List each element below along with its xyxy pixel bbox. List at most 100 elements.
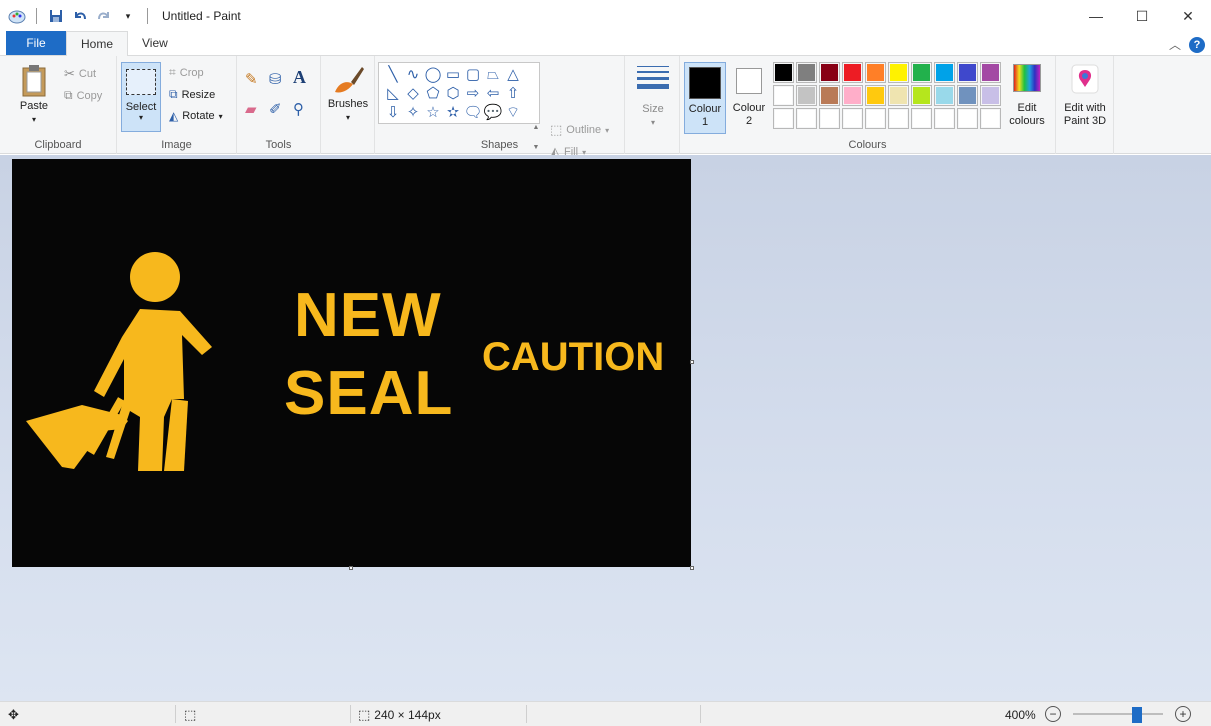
brushes-button[interactable]: Brushes ▾ — [325, 64, 371, 124]
colour-swatch[interactable] — [796, 108, 817, 129]
paste-icon — [22, 65, 46, 97]
paint-app-icon[interactable] — [8, 7, 26, 25]
colour-swatch[interactable] — [842, 85, 863, 106]
select-label: Select — [125, 101, 157, 113]
shape-item[interactable]: ✫ — [443, 103, 463, 122]
copy-button[interactable]: ⧉ Copy — [64, 88, 102, 103]
magnifier-icon[interactable]: ⚲ — [293, 100, 304, 118]
colour-swatch[interactable] — [888, 85, 909, 106]
resize-handle-bottom[interactable] — [349, 566, 353, 570]
colour-swatch[interactable] — [842, 62, 863, 83]
colour-swatch[interactable] — [934, 108, 955, 129]
colour-swatch[interactable] — [796, 62, 817, 83]
rotate-button[interactable]: ◭ Rotate ▾ — [169, 109, 223, 123]
brushes-dropdown-icon[interactable]: ▾ — [346, 111, 350, 124]
shape-item[interactable]: ◇ — [403, 84, 423, 103]
shape-item[interactable]: 💬 — [483, 103, 503, 122]
zoom-slider-thumb[interactable] — [1132, 707, 1142, 723]
cut-button[interactable]: ✂ Cut — [64, 66, 96, 82]
shape-item[interactable]: ⬠ — [423, 84, 443, 103]
pencil-icon[interactable]: ✎ — [245, 70, 258, 88]
colour-swatch[interactable] — [888, 62, 909, 83]
shape-item[interactable]: ⇦ — [483, 84, 503, 103]
collapse-ribbon-icon[interactable]: ︿ — [1169, 36, 1181, 53]
colour-swatch[interactable] — [865, 62, 886, 83]
resize-handle-right[interactable] — [690, 360, 694, 364]
quick-access-toolbar: ▾ Untitled - Paint — [0, 0, 241, 32]
outline-button[interactable]: ⬚ Outline ▾ — [550, 122, 609, 138]
colour-swatch[interactable] — [911, 108, 932, 129]
colour-swatch[interactable] — [888, 108, 909, 129]
help-icon[interactable]: ? — [1189, 36, 1205, 53]
select-button[interactable]: Select ▾ — [121, 62, 161, 132]
color-picker-icon[interactable]: ✐ — [269, 100, 282, 118]
undo-icon[interactable] — [71, 7, 89, 25]
colour-swatch[interactable] — [980, 85, 1001, 106]
colour-swatch[interactable] — [934, 62, 955, 83]
select-dropdown-icon[interactable]: ▾ — [139, 113, 143, 122]
zoom-slider-track[interactable] — [1073, 713, 1163, 715]
eraser-icon[interactable]: ▰ — [245, 100, 257, 118]
customize-toolbar-icon[interactable]: ▾ — [119, 7, 137, 25]
zoom-in-button[interactable]: + — [1175, 706, 1191, 722]
shape-item[interactable]: ☆ — [423, 103, 443, 122]
tab-file[interactable]: File — [6, 31, 66, 55]
colour-swatch[interactable] — [819, 85, 840, 106]
tab-view[interactable]: View — [128, 31, 182, 55]
zoom-out-button[interactable]: − — [1045, 706, 1061, 722]
minimize-button[interactable]: — — [1073, 0, 1119, 32]
shape-item[interactable]: 🗨 — [463, 103, 483, 122]
close-button[interactable]: ✕ — [1165, 0, 1211, 32]
maximize-button[interactable]: ☐ — [1119, 0, 1165, 32]
shape-item[interactable]: ⏢ — [483, 65, 503, 84]
shape-item[interactable]: ⬡ — [443, 84, 463, 103]
colour-swatch[interactable] — [957, 62, 978, 83]
tab-home[interactable]: Home — [66, 31, 129, 56]
shape-item[interactable]: ∿ — [403, 65, 423, 84]
paste-dropdown-icon[interactable]: ▾ — [32, 113, 36, 126]
colour-swatch[interactable] — [796, 85, 817, 106]
colour-swatch[interactable] — [865, 108, 886, 129]
resize-handle-corner[interactable] — [690, 566, 694, 570]
shape-item[interactable]: ▭ — [443, 65, 463, 84]
resize-button[interactable]: ⧉ Resize — [169, 87, 215, 102]
colour-swatch[interactable] — [911, 62, 932, 83]
shapes-scroll-up-icon[interactable]: ▲ — [533, 118, 540, 138]
shape-item[interactable]: ✧ — [403, 103, 423, 122]
colour-swatch[interactable] — [865, 85, 886, 106]
text-tool-icon[interactable]: A — [293, 67, 306, 88]
size-button[interactable]: Size ▾ — [631, 64, 675, 129]
colour-swatch[interactable] — [773, 62, 794, 83]
shape-item[interactable]: ⇧ — [503, 84, 523, 103]
colour-swatch[interactable] — [980, 62, 1001, 83]
shape-item[interactable]: ◯ — [423, 65, 443, 84]
drawing-canvas[interactable]: NEW SEAL CAUTION — [12, 159, 691, 567]
colour-swatch[interactable] — [911, 85, 932, 106]
colour-swatch[interactable] — [819, 108, 840, 129]
shape-item[interactable]: ▢ — [463, 65, 483, 84]
colour-swatch[interactable] — [773, 85, 794, 106]
save-icon[interactable] — [47, 7, 65, 25]
fill-bucket-icon[interactable]: ⛁ — [269, 70, 282, 88]
colour-swatch[interactable] — [819, 62, 840, 83]
redo-icon[interactable] — [95, 7, 113, 25]
shape-item[interactable]: △ — [503, 65, 523, 84]
shape-item[interactable]: ╲ — [383, 65, 403, 84]
shape-item[interactable]: ◺ — [383, 84, 403, 103]
colour-swatch[interactable] — [842, 108, 863, 129]
crop-button[interactable]: ⌗ Crop — [169, 65, 204, 80]
colour-swatch[interactable] — [773, 108, 794, 129]
shape-item[interactable]: ⌔ — [503, 103, 523, 122]
colour-swatch-fill — [982, 64, 999, 81]
shape-item[interactable]: ⇩ — [383, 103, 403, 122]
shapes-gallery[interactable]: ╲ ∿ ◯ ▭ ▢ ⏢ △ ◺ ◇ ⬠ ⬡ ⇨ ⇦ ⇧ ⇩ ✧ ☆ ✫ 🗨 💬 ⌔ — [378, 62, 540, 124]
shape-item[interactable]: ⇨ — [463, 84, 483, 103]
colour-swatch[interactable] — [934, 85, 955, 106]
colour-swatch[interactable] — [957, 108, 978, 129]
rotate-dropdown-icon[interactable]: ▾ — [219, 112, 223, 121]
colour-swatch[interactable] — [980, 108, 1001, 129]
edit-with-paint3d-button[interactable]: Edit with Paint 3D — [1058, 64, 1112, 128]
colour-swatch[interactable] — [957, 85, 978, 106]
edit-colours-button[interactable]: Edit colours — [1006, 64, 1048, 128]
paste-button[interactable]: Paste ▾ — [14, 64, 54, 126]
